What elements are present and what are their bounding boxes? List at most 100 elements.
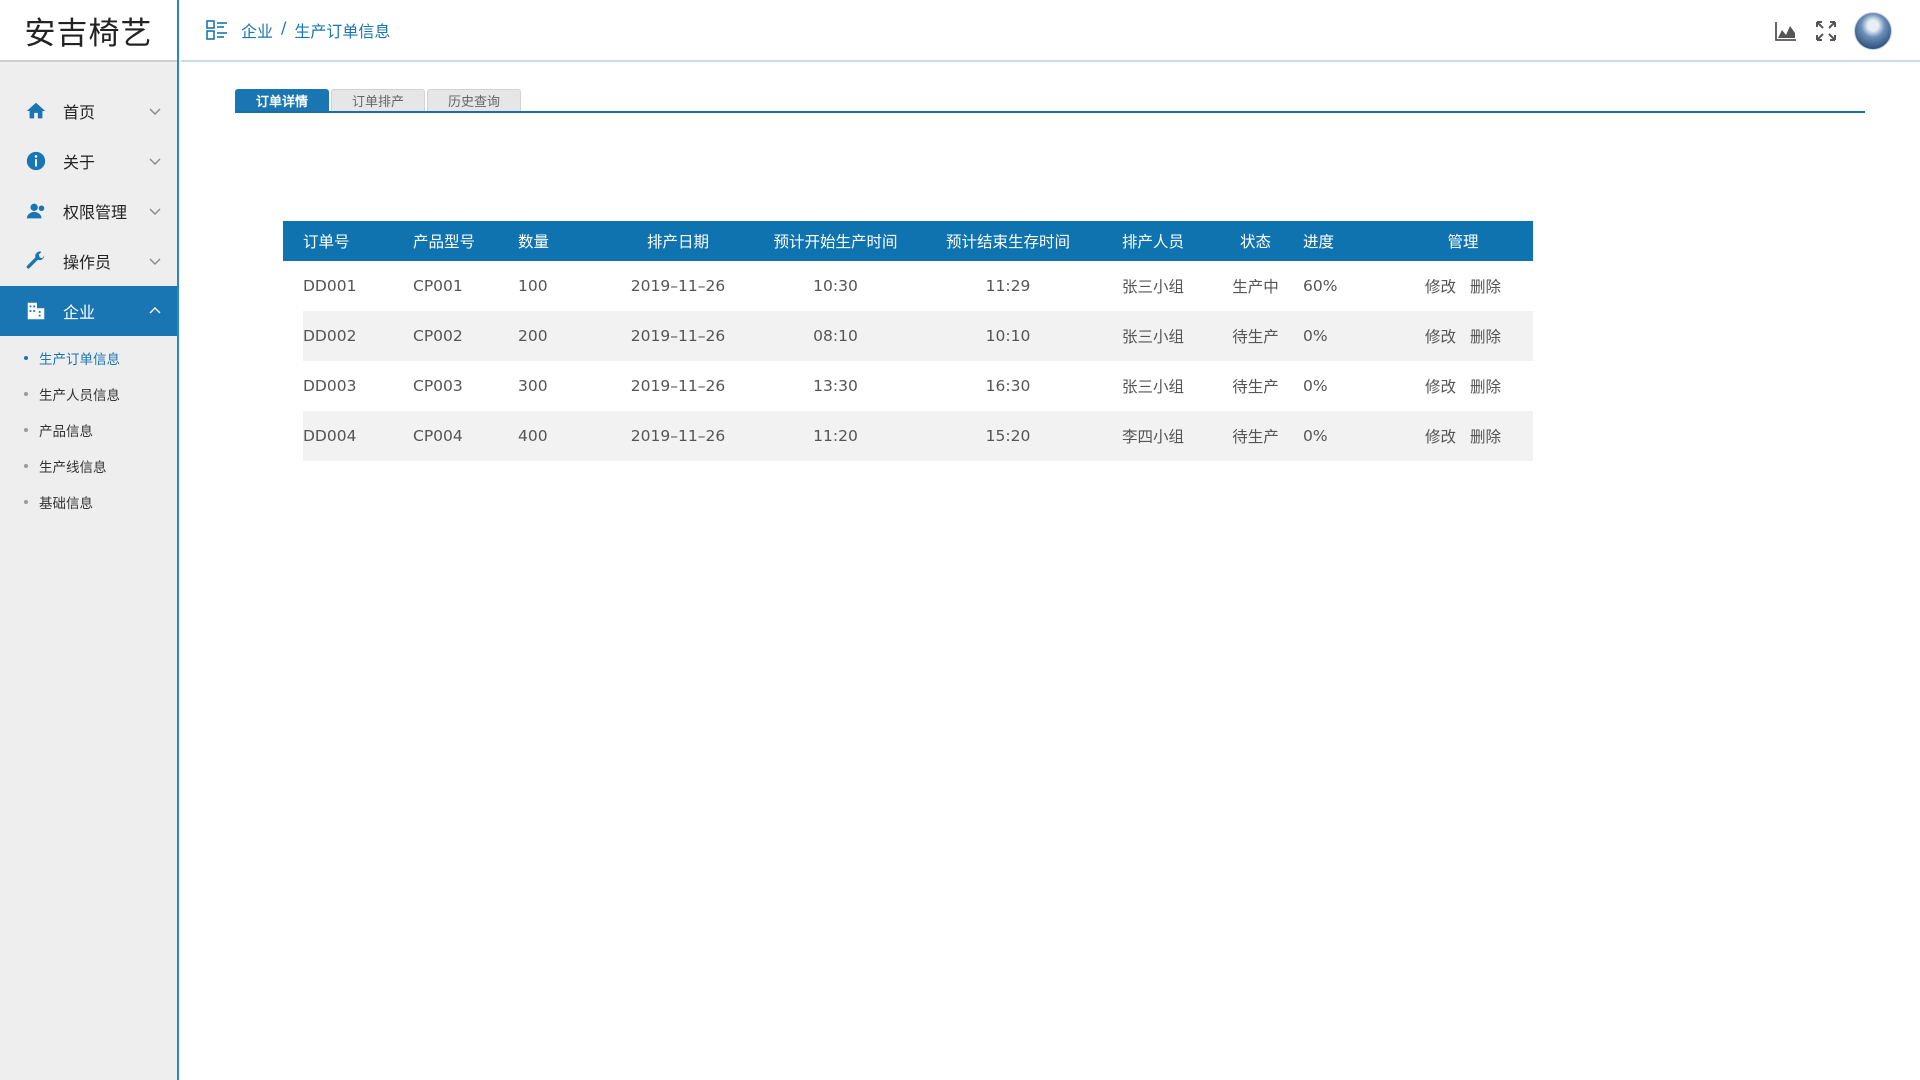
sidebar-menu: 首页 关于 权限管理 操作员 企业 生产订单信息 生产人员信息 产品信息 生产线… xyxy=(0,86,177,520)
table-cell: 11:20 xyxy=(753,411,918,461)
sidebar-subitem-label: 产品信息 xyxy=(39,424,93,440)
wrench-icon xyxy=(24,249,48,273)
orders-table-container: 订单号 产品型号 数量 排产日期 预计开始生产时间 预计结束生存时间 排产人员 … xyxy=(283,221,1533,461)
sidebar-item-home[interactable]: 首页 xyxy=(0,86,177,136)
bullet-icon xyxy=(24,464,28,468)
app-logo: 安吉椅艺 xyxy=(0,0,177,62)
table-cell: DD004 xyxy=(303,411,413,461)
table-cell: 待生产 xyxy=(1232,378,1279,396)
column-header: 管理 xyxy=(1447,233,1479,251)
home-icon xyxy=(24,99,48,123)
sidebar-subitem-label: 生产线信息 xyxy=(39,460,107,476)
table-row-spacer xyxy=(283,311,303,361)
chevron-up-icon xyxy=(149,307,161,314)
table-cell: 待生产 xyxy=(1208,311,1303,361)
top-header: 企业 / 生产订单信息 xyxy=(181,0,1920,62)
table-cell: CP004 xyxy=(413,411,518,461)
table-row-spacer xyxy=(283,361,303,411)
table-cell: 2019–11–26 xyxy=(630,277,726,295)
sidebar-item-operator[interactable]: 操作员 xyxy=(0,236,177,286)
table-header-row: 订单号 产品型号 数量 排产日期 预计开始生产时间 预计结束生存时间 排产人员 … xyxy=(283,221,1533,261)
table-cell: 张三小组 xyxy=(1121,378,1184,396)
sidebar-subitem-label: 基础信息 xyxy=(39,496,93,512)
table-cell: 0% xyxy=(1303,311,1393,361)
table-cell: DD003 xyxy=(303,377,357,395)
table-cell: CP003 xyxy=(413,377,463,395)
table-cell: CP002 xyxy=(413,311,518,361)
table-cell: 2019–11–26 xyxy=(603,411,753,461)
table-cell: 0% xyxy=(1303,411,1393,461)
edit-button[interactable]: 修改 xyxy=(1425,278,1456,296)
delete-button[interactable]: 删除 xyxy=(1470,328,1501,346)
table-cell-actions: 修改 删除 xyxy=(1393,261,1533,311)
breadcrumb-item-current: 生产订单信息 xyxy=(294,22,391,41)
fullscreen-icon[interactable] xyxy=(1814,19,1838,43)
area-chart-icon[interactable] xyxy=(1774,19,1798,43)
tab-history[interactable]: 历史查询 xyxy=(427,89,521,111)
table-cell: 待生产 xyxy=(1208,411,1303,461)
sidebar-item-about[interactable]: 关于 xyxy=(0,136,177,186)
table-cell: DD001 xyxy=(303,277,357,295)
table-cell: 300 xyxy=(518,377,548,395)
chevron-down-icon xyxy=(149,108,161,115)
delete-button[interactable]: 删除 xyxy=(1470,278,1501,296)
table-cell: 100 xyxy=(518,277,548,295)
bullet-icon xyxy=(24,356,28,360)
table-cell: 10:30 xyxy=(813,277,858,295)
header-actions xyxy=(1774,12,1892,50)
sidebar-subitem-production-lines[interactable]: 生产线信息 xyxy=(0,448,177,484)
breadcrumb-separator: / xyxy=(281,18,287,37)
table-cell: 15:20 xyxy=(918,411,1098,461)
table-cell: 10:10 xyxy=(918,311,1098,361)
sidebar-subitem-production-staff[interactable]: 生产人员信息 xyxy=(0,376,177,412)
delete-button[interactable]: 删除 xyxy=(1470,428,1501,446)
table-cell-actions: 修改 删除 xyxy=(1393,361,1533,411)
tab-order-scheduling[interactable]: 订单排产 xyxy=(331,89,425,111)
sidebar-subitem-production-orders[interactable]: 生产订单信息 xyxy=(0,340,177,376)
building-icon xyxy=(24,299,48,323)
table-cell: 11:29 xyxy=(985,277,1031,295)
table-cell: 200 xyxy=(518,311,603,361)
table-cell: DD002 xyxy=(303,311,413,361)
chevron-down-icon xyxy=(149,208,161,215)
column-header: 产品型号 xyxy=(413,233,476,251)
column-header: 排产日期 xyxy=(646,233,709,251)
sidebar-item-enterprise[interactable]: 企业 xyxy=(0,286,177,336)
table-cell: 08:10 xyxy=(753,311,918,361)
sidebar: 安吉椅艺 首页 关于 权限管理 操作员 企业 生产订单信息 生产人员信息 产品信… xyxy=(0,0,179,1080)
breadcrumb-item-enterprise[interactable]: 企业 xyxy=(241,18,273,42)
table-cell: 2019–11–26 xyxy=(630,377,726,395)
sidebar-item-permissions[interactable]: 权限管理 xyxy=(0,186,177,236)
table-cell-actions: 修改 删除 xyxy=(1393,311,1533,361)
table-row-spacer xyxy=(283,261,303,311)
table-row: DD004 CP004 400 2019–11–26 11:20 15:20 李四小组 待生产… xyxy=(283,411,1533,461)
chevron-down-icon xyxy=(149,158,161,165)
sidebar-subitem-label: 生产人员信息 xyxy=(39,388,120,404)
avatar[interactable] xyxy=(1854,12,1892,50)
table-cell-actions: 修改 删除 xyxy=(1393,411,1533,461)
sidebar-subitem-products[interactable]: 产品信息 xyxy=(0,412,177,448)
bullet-icon xyxy=(24,500,28,504)
edit-button[interactable]: 修改 xyxy=(1425,428,1456,446)
table-cell: CP001 xyxy=(413,277,463,295)
table-cell: 60% xyxy=(1303,277,1338,295)
delete-button[interactable]: 删除 xyxy=(1470,378,1501,396)
table-cell: 2019–11–26 xyxy=(603,311,753,361)
sidebar-subitem-label: 生产订单信息 xyxy=(39,352,120,368)
table-row-spacer xyxy=(283,411,303,461)
table-header-spacer xyxy=(283,221,303,261)
chevron-down-icon xyxy=(149,258,161,265)
tab-bar: 订单详情 订单排产 历史查询 xyxy=(235,89,1865,113)
table-cell: 400 xyxy=(518,411,603,461)
menu-toggle-icon[interactable] xyxy=(205,18,229,42)
table-row: DD002 CP002 200 2019–11–26 08:10 10:10 张三小组 待生产… xyxy=(283,311,1533,361)
edit-button[interactable]: 修改 xyxy=(1425,378,1456,396)
edit-button[interactable]: 修改 xyxy=(1425,328,1456,346)
sidebar-subitem-basic-info[interactable]: 基础信息 xyxy=(0,484,177,520)
table-row: DD001 CP001 100 2019–11–26 10:30 11:29 张三小组 生产中… xyxy=(283,261,1533,311)
enterprise-submenu: 生产订单信息 生产人员信息 产品信息 生产线信息 基础信息 xyxy=(0,336,177,520)
column-header: 状态 xyxy=(1239,233,1271,251)
tab-order-details[interactable]: 订单详情 xyxy=(235,89,329,111)
table-row: DD003 CP003 300 2019–11–26 13:30 16:30 张三小组 待生产… xyxy=(283,361,1533,411)
breadcrumb: 企业 / 生产订单信息 xyxy=(241,18,390,42)
